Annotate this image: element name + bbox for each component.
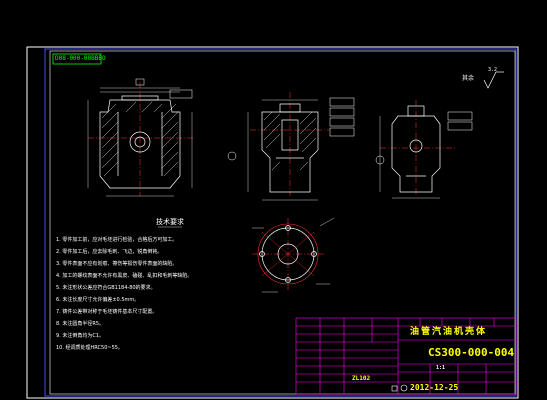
scale: 1:1: [436, 365, 446, 371]
requirement-line: 2. 零件加工后，应去除毛刺、飞边，锐角倒钝。: [56, 249, 163, 255]
header-code: D08-000-00BBBO: [55, 55, 106, 62]
front-view: [87, 78, 195, 197]
date: 2012-12-25: [410, 383, 459, 392]
side-section-view: [227, 92, 355, 201]
drawing-number: CS300-000-004: [428, 346, 515, 359]
requirement-line: 1. 零件加工前，应对毛坯进行检验，合格后方可加工。: [56, 237, 178, 243]
requirement-line: 5. 未注形状公差应符合GB1184-80的要求。: [56, 285, 156, 291]
roughness-label: 其余: [462, 75, 475, 82]
technical-requirements: 1. 零件加工前，应对毛坯进行检验，合格后方可加工。 2. 零件加工后，应去除毛刺…: [56, 234, 288, 358]
requirement-line: 6. 未注长度尺寸允许偏差±0.5mm。: [56, 297, 140, 303]
material: ZL102: [352, 375, 371, 382]
requirement-line: 10. 经调质处理HRC50~55。: [56, 345, 123, 351]
roughness-symbol: [483, 71, 504, 89]
roughness-value: 3.2: [488, 67, 498, 73]
requirement-line: 4. 加工的螺纹表面不允许有黑皮、磕碰、乱扣和毛刺等缺陷。: [56, 273, 193, 279]
requirement-line: 8. 未注圆角半径R5。: [56, 321, 105, 327]
section-title: 技术要求: [156, 218, 184, 226]
requirement-line: 3. 零件表面不应有划痕、擦伤等损伤零件表面的缺陷。: [56, 261, 178, 267]
right-view: [375, 100, 473, 199]
part-name: 油管汽油机壳体: [410, 327, 488, 337]
requirement-line: 9. 未注倒角均为C1。: [56, 333, 105, 339]
requirement-line: 7. 铸件公差带对称于毛坯铸件基本尺寸配置。: [56, 309, 158, 315]
